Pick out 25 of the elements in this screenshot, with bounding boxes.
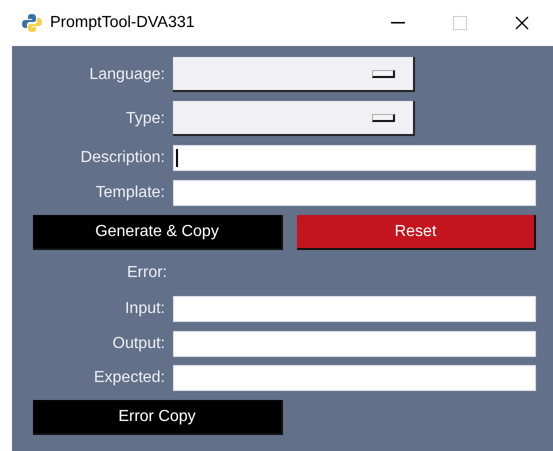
text-field[interactable] [173, 365, 536, 391]
text-field[interactable] [173, 180, 536, 206]
field-label: Output: [112, 335, 165, 353]
dropdown-indicator-icon [372, 70, 395, 78]
python-logo-icon [22, 13, 42, 33]
field-label: Expected: [92, 369, 165, 387]
error-copy-button[interactable]: Error Copy [33, 400, 283, 435]
window-title: PromptTool-DVA331 [50, 14, 195, 32]
field-label: Input: [124, 300, 165, 318]
dropdown[interactable] [173, 101, 415, 136]
reset-button[interactable]: Reset [297, 215, 536, 250]
dropdown-indicator-icon [372, 114, 395, 122]
section-label: Error: [126, 264, 167, 282]
generate-button[interactable]: Generate & Copy [33, 215, 283, 250]
dropdown[interactable] [173, 57, 415, 92]
maximize-icon [453, 16, 467, 30]
close-icon [515, 16, 529, 30]
field-label: Description: [80, 149, 165, 167]
field-label: Type: [124, 110, 165, 128]
field-label: Language: [88, 66, 165, 84]
text-field[interactable] [173, 331, 536, 357]
minimize-icon [391, 22, 405, 24]
text-field[interactable] [173, 145, 536, 171]
text-field[interactable] [173, 296, 536, 322]
field-label: Template: [94, 184, 165, 202]
